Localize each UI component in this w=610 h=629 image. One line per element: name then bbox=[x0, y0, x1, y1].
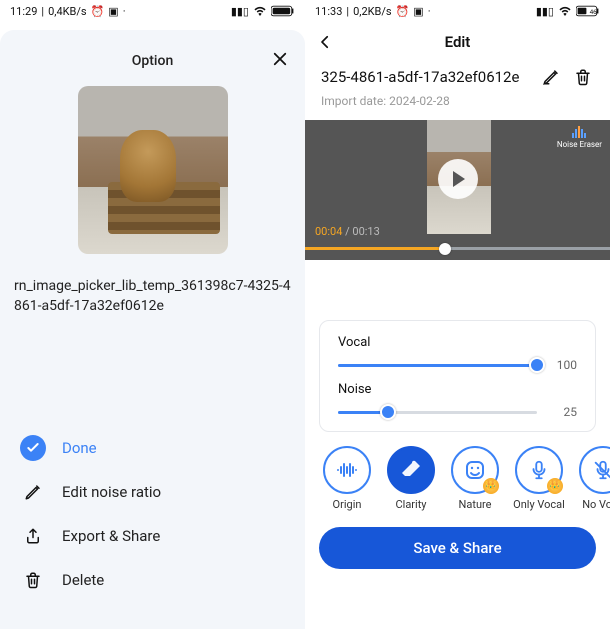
svg-text:46: 46 bbox=[590, 8, 598, 16]
status-net: 0,2KB/s bbox=[353, 5, 392, 18]
status-time: 11:33 bbox=[315, 5, 342, 18]
status-bar: 11:29 | 0,4KB/s ⏰ ▣ · ▮▮▯ bbox=[0, 0, 305, 22]
status-time: 11:29 bbox=[10, 5, 37, 18]
alarm-icon: ⏰ bbox=[396, 5, 410, 18]
status-bar: 11:33 | 0,2KB/s ⏰ ▣ · ▮▮▯ 46 bbox=[305, 0, 610, 22]
mic-off-icon bbox=[579, 446, 610, 494]
mode-only-vocal[interactable]: 👑 Only Vocal bbox=[511, 446, 567, 511]
play-icon bbox=[453, 171, 465, 187]
menu-item-delete[interactable]: Delete bbox=[20, 567, 285, 593]
import-date: Import date: 2024-02-28 bbox=[305, 88, 610, 120]
menu-label: Edit noise ratio bbox=[62, 483, 161, 501]
mode-no-vocal[interactable]: No Voca bbox=[575, 446, 610, 511]
trash-icon bbox=[574, 68, 592, 86]
file-name: rn_image_picker_lib_temp_361398c7-4325-4… bbox=[14, 276, 291, 317]
export-icon bbox=[20, 523, 46, 549]
option-menu: Done Edit noise ratio Export & Share Del… bbox=[14, 421, 291, 615]
trash-icon bbox=[20, 567, 46, 593]
vocal-value: 100 bbox=[549, 358, 577, 372]
mode-clarity[interactable]: Clarity bbox=[383, 446, 439, 511]
wifi-icon bbox=[558, 6, 572, 16]
media-thumbnail bbox=[78, 86, 228, 254]
menu-item-edit-ratio[interactable]: Edit noise ratio bbox=[20, 479, 285, 505]
mode-nature[interactable]: 👑 Nature bbox=[447, 446, 503, 511]
more-icon: · bbox=[123, 5, 126, 18]
close-icon bbox=[271, 50, 289, 68]
noise-label: Noise bbox=[338, 382, 577, 397]
menu-label: Done bbox=[62, 439, 97, 457]
eraser-icon bbox=[387, 446, 435, 494]
video-preview: Noise Eraser 00:04 / 00:13 bbox=[305, 120, 610, 260]
check-icon bbox=[20, 435, 46, 461]
premium-badge-icon: 👑 bbox=[483, 478, 499, 494]
close-button[interactable] bbox=[269, 48, 291, 70]
alarm-icon: ⏰ bbox=[91, 5, 105, 18]
page-title: Edit bbox=[305, 33, 610, 51]
pencil-icon bbox=[20, 479, 46, 505]
menu-item-export[interactable]: Export & Share bbox=[20, 523, 285, 549]
status-net: 0,4KB/s bbox=[48, 5, 87, 18]
screenshot-icon: ▣ bbox=[413, 5, 423, 18]
noise-value: 25 bbox=[549, 405, 577, 419]
vocal-label: Vocal bbox=[338, 335, 577, 350]
play-button[interactable] bbox=[438, 159, 478, 199]
noise-eraser-badge: Noise Eraser bbox=[557, 126, 602, 149]
seek-slider[interactable] bbox=[305, 247, 610, 250]
vocal-slider[interactable] bbox=[338, 364, 537, 367]
signal-icon: ▮▮▯ bbox=[536, 5, 554, 18]
rename-button[interactable] bbox=[540, 66, 562, 88]
edit-pane: 11:33 | 0,2KB/s ⏰ ▣ · ▮▮▯ 46 Edit 325-48… bbox=[305, 0, 610, 629]
mic-icon: 👑 bbox=[515, 446, 563, 494]
smile-icon: 👑 bbox=[451, 446, 499, 494]
wifi-icon bbox=[253, 6, 267, 16]
mode-origin[interactable]: Origin bbox=[319, 446, 375, 511]
option-pane: 11:29 | 0,4KB/s ⏰ ▣ · ▮▮▯ Option bbox=[0, 0, 305, 629]
signal-icon: ▮▮▯ bbox=[231, 5, 249, 18]
chevron-left-icon bbox=[316, 33, 334, 51]
save-share-button[interactable]: Save & Share bbox=[319, 527, 596, 569]
screenshot-icon: ▣ bbox=[108, 5, 118, 18]
battery-icon bbox=[271, 5, 295, 17]
battery-icon: 46 bbox=[576, 5, 600, 17]
ratio-card: Vocal 100 Noise 25 bbox=[319, 320, 596, 432]
back-button[interactable] bbox=[305, 22, 345, 62]
premium-badge-icon: 👑 bbox=[547, 478, 563, 494]
playback-time: 00:04 / 00:13 bbox=[315, 225, 380, 238]
waveform-icon bbox=[323, 446, 371, 494]
menu-item-done[interactable]: Done bbox=[20, 435, 285, 461]
media-title: 325-4861-a5df-17a32ef0612e bbox=[321, 68, 530, 86]
option-sheet: Option rn_image_picker_lib_temp_361398c7… bbox=[0, 30, 305, 629]
edit-header: Edit bbox=[305, 22, 610, 62]
more-icon: · bbox=[428, 5, 431, 18]
delete-button[interactable] bbox=[572, 66, 594, 88]
menu-label: Export & Share bbox=[62, 527, 160, 545]
menu-label: Delete bbox=[62, 571, 104, 589]
sheet-title: Option bbox=[132, 53, 173, 69]
mode-row: Origin Clarity 👑 Nature 👑 Only Vocal bbox=[305, 442, 610, 519]
pencil-icon bbox=[542, 68, 560, 86]
noise-slider[interactable] bbox=[338, 411, 537, 414]
